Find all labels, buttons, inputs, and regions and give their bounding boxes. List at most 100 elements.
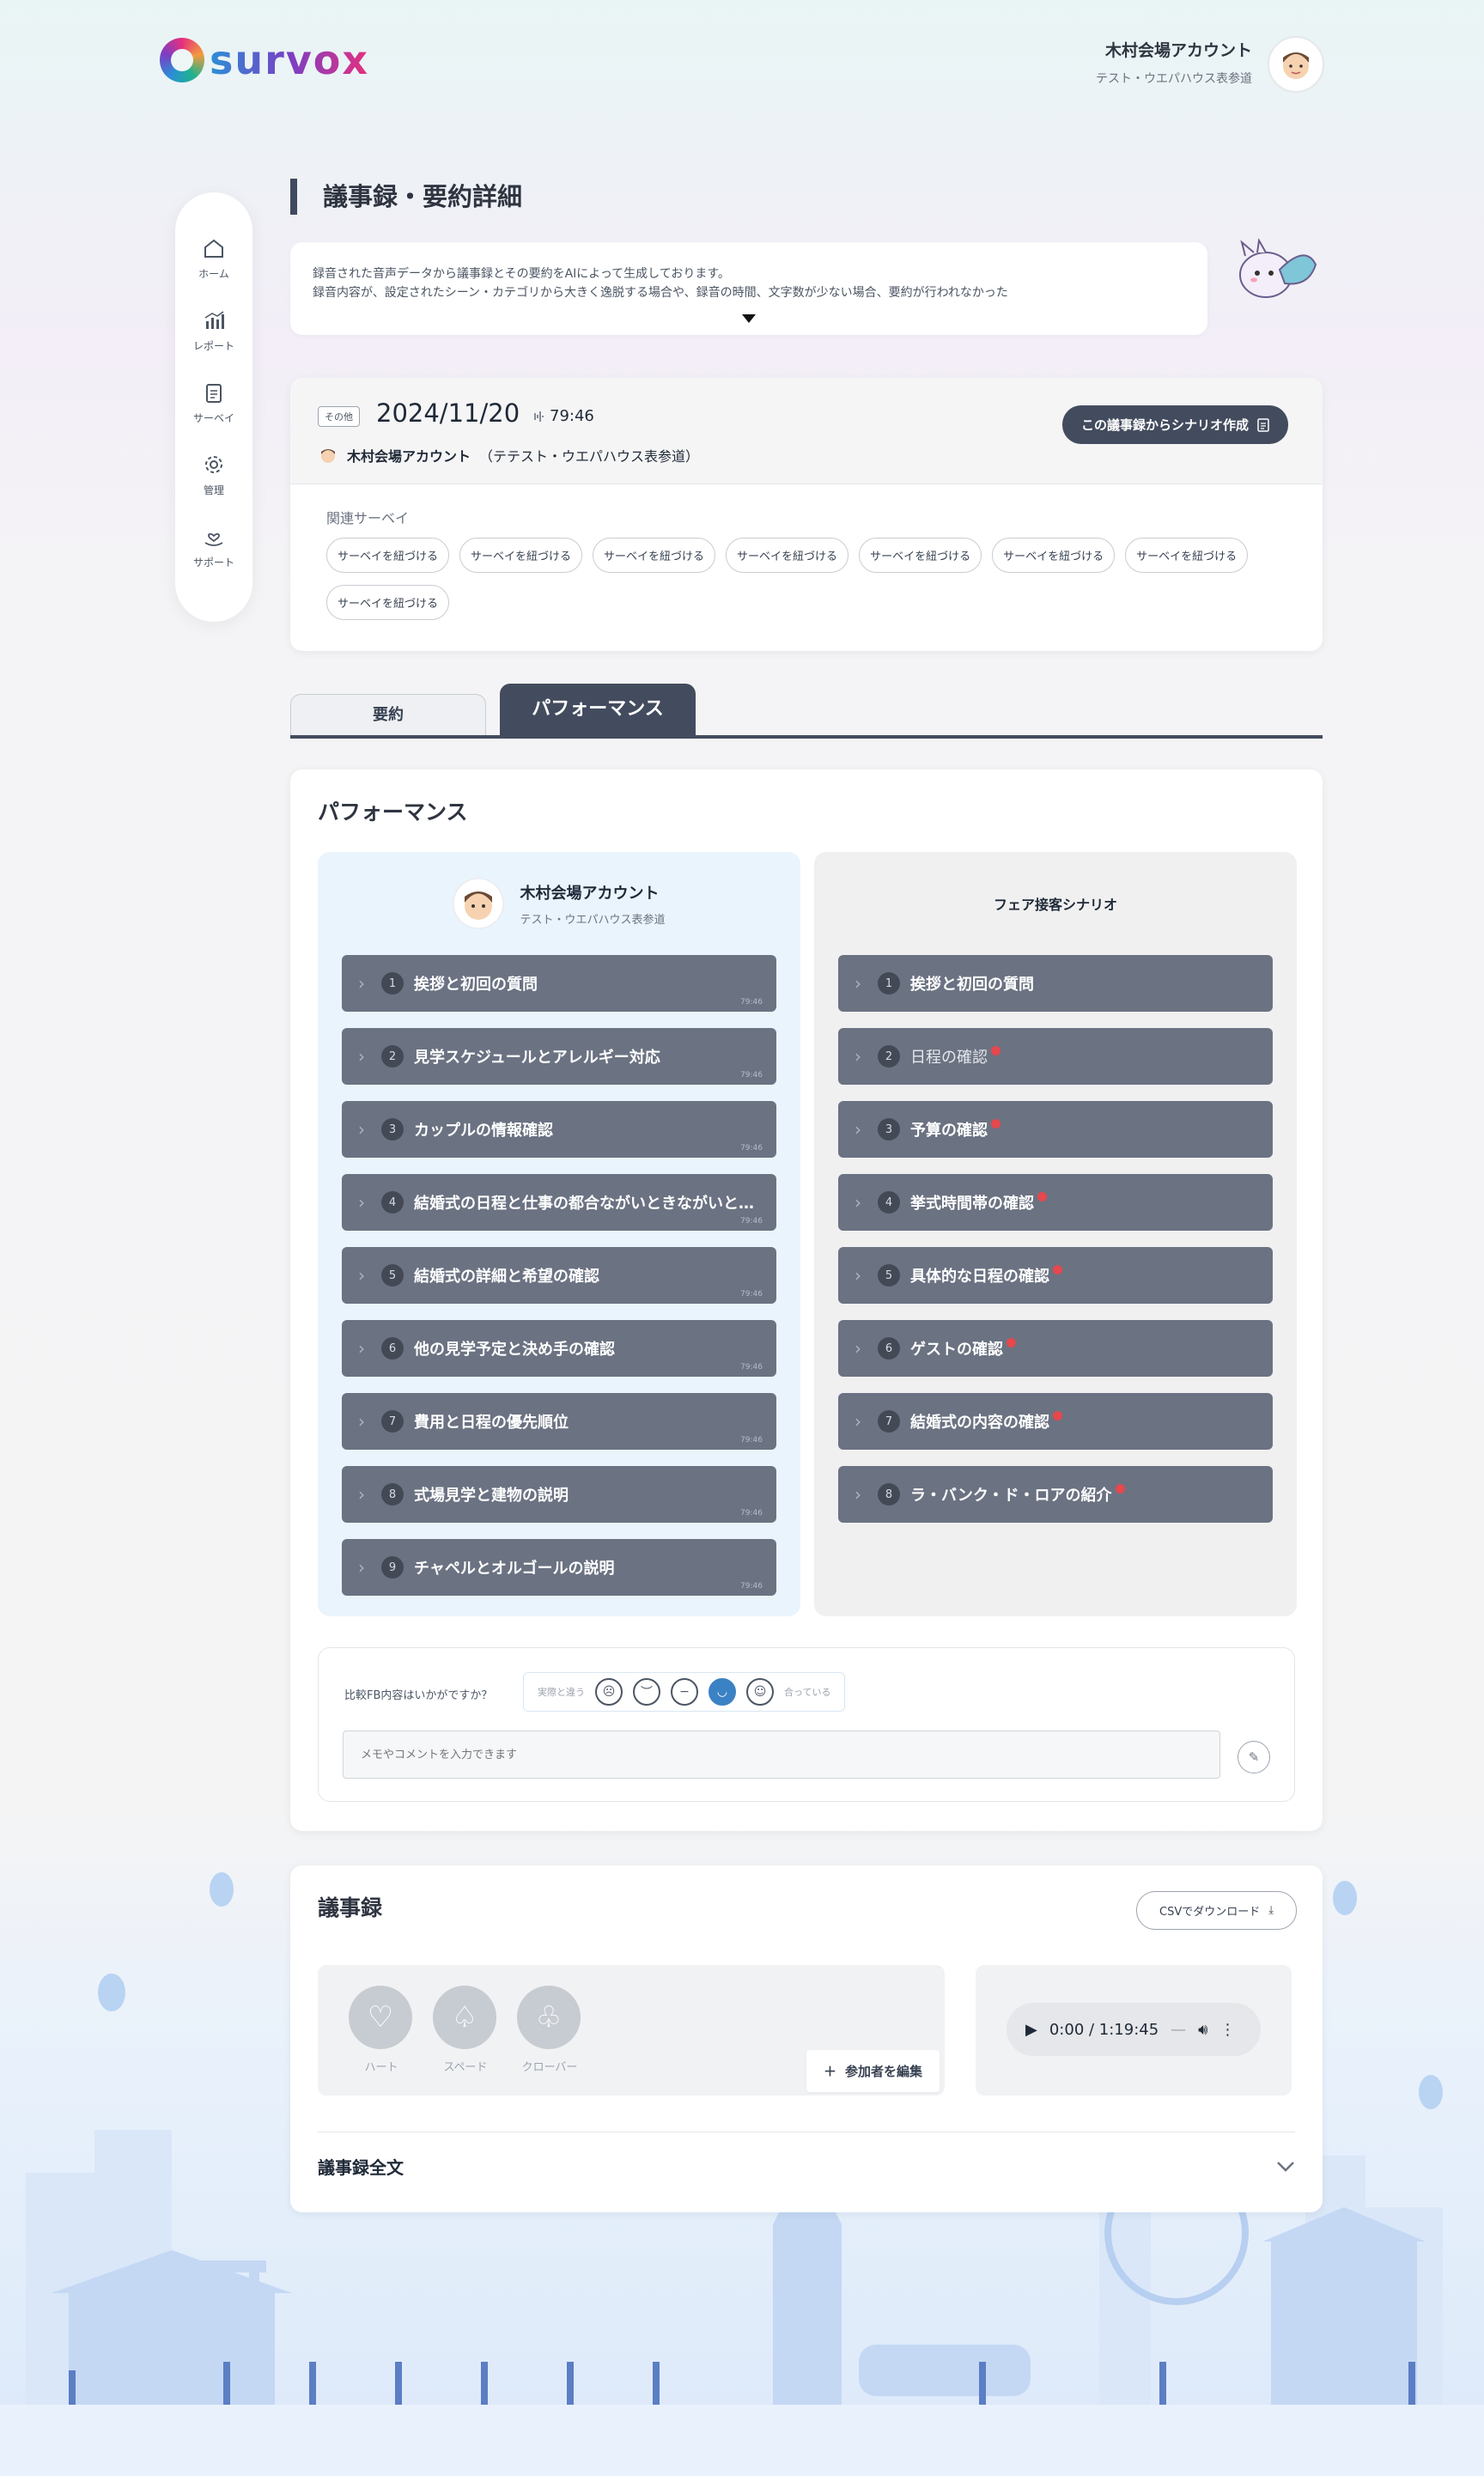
item-number: 9	[381, 1556, 404, 1579]
item-text: 日程の確認	[910, 1049, 988, 1067]
edit-participants-label: 参加者を編集	[844, 2064, 922, 2079]
create-scenario-button[interactable]: この議事録からシナリオ作成	[1061, 405, 1288, 444]
tab-summary[interactable]: 要約	[290, 694, 486, 735]
sidebar-item-survey[interactable]: サーベイ	[175, 380, 252, 452]
item-text: 結婚式の日程と仕事の都合ながいときながいときながいとき	[414, 1195, 754, 1213]
item-number: 4	[878, 1191, 900, 1214]
document-icon	[1257, 417, 1269, 432]
link-survey-button[interactable]: サーベイを紐づける	[992, 538, 1116, 573]
link-survey-button[interactable]: サーベイを紐づける	[326, 585, 450, 620]
item-number: 3	[878, 1118, 900, 1141]
flow-item[interactable]: › 3 カップルの情報確認 79:46	[342, 1101, 776, 1158]
create-scenario-label: この議事録からシナリオ作成	[1080, 417, 1249, 433]
record-duration: 79:46	[531, 407, 594, 425]
sidebar-item-support[interactable]: サポート	[175, 524, 252, 596]
item-text: 見学スケジュールとアレルギー対応	[414, 1049, 660, 1067]
scenario-item[interactable]: › 7 結婚式の内容の確認	[838, 1393, 1273, 1450]
performance-card: パフォーマンス 木村会場アカウント テスト・ウエパハウス表参道 › 1 挨拶と初回の…	[290, 770, 1323, 1831]
sidebar-item-home[interactable]: ホーム	[175, 235, 252, 307]
link-survey-button[interactable]: サーベイを紐づける	[726, 538, 849, 573]
expand-arrow-icon[interactable]	[742, 314, 756, 323]
flow-item[interactable]: › 8 式場見学と建物の説明 79:46	[342, 1466, 776, 1523]
chevron-right-icon: ›	[358, 1557, 365, 1578]
avatar-small-icon	[321, 449, 335, 463]
item-text: チャペルとオルゴールの説明	[414, 1560, 615, 1578]
user-info: 木村会場アカウント テスト・ウエパハウス表参道	[1096, 38, 1252, 87]
scenario-item[interactable]: › 1 挨拶と初回の質問	[838, 955, 1273, 1012]
survox-logo[interactable]: survox	[160, 38, 369, 82]
item-number: 7	[878, 1410, 900, 1433]
link-survey-button[interactable]: サーベイを紐づける	[459, 538, 583, 573]
face-happy-icon[interactable]: ◡	[709, 1678, 736, 1706]
description-box[interactable]: 録音された音声データから議事録とその要約をAIによって生成しております。 録音内…	[290, 242, 1207, 335]
missing-alert-dot	[991, 1045, 1000, 1055]
comment-input[interactable]	[343, 1731, 1220, 1779]
chevron-down-icon	[1277, 2161, 1294, 2172]
flow-item[interactable]: › 1 挨拶と初回の質問 79:46	[342, 955, 776, 1012]
item-time: 79:46	[740, 1363, 763, 1372]
item-number: 8	[878, 1483, 900, 1506]
face-neutral-icon[interactable]: −	[671, 1678, 698, 1706]
chevron-right-icon: ›	[855, 1119, 861, 1140]
scenario-item[interactable]: › 4 挙式時間帯の確認	[838, 1174, 1273, 1231]
sidebar-item-report[interactable]: レポート	[175, 307, 252, 380]
sidebar-item-label: ホーム	[198, 268, 229, 280]
flow-item[interactable]: › 4 結婚式の日程と仕事の都合ながいときながいときながいとき 79:46	[342, 1174, 776, 1231]
link-survey-button[interactable]: サーベイを紐づける	[593, 538, 716, 573]
description-line: 録音された音声データから議事録とその要約をAIによって生成しております。	[313, 267, 730, 281]
missing-alert-dot	[1053, 1264, 1062, 1275]
link-survey-button[interactable]: サーベイを紐づける	[1125, 538, 1249, 573]
record-info-card: その他 2024/11/20 79:46 この議事録からシナリオ作成 木村会場ア…	[290, 378, 1323, 651]
link-survey-button[interactable]: サーベイを紐づける	[326, 538, 450, 573]
mascot-bird-illustration	[1239, 237, 1317, 298]
flow-item[interactable]: › 9 チャペルとオルゴールの説明 79:46	[342, 1539, 776, 1596]
face-sad-icon[interactable]: ︶	[633, 1678, 660, 1706]
scenario-item[interactable]: › 3 予算の確認	[838, 1101, 1273, 1158]
record-account: 木村会場アカウント （テテスト・ウエパハウス表参道）	[318, 445, 699, 465]
participant-label: クローバー	[521, 2061, 578, 2074]
heart-hand-icon	[201, 524, 227, 550]
edit-participants-button[interactable]: ＋ 参加者を編集	[806, 2050, 940, 2092]
actual-flow-column: 木村会場アカウント テスト・ウエパハウス表参道 › 1 挨拶と初回の質問 79:46 …	[318, 852, 800, 1616]
user-avatar[interactable]	[1268, 36, 1324, 93]
page-title: 議事録・要約詳細	[290, 179, 522, 215]
item-number: 2	[878, 1045, 900, 1068]
plus-icon: ＋	[823, 2064, 836, 2079]
flow-item[interactable]: › 6 他の見学予定と決め手の確認 79:46	[342, 1320, 776, 1377]
scenario-item[interactable]: › 5 具体的な日程の確認	[838, 1247, 1273, 1304]
face-very-sad-icon[interactable]: ☹	[595, 1678, 623, 1706]
flow-item[interactable]: › 7 費用と日程の優先順位 79:46	[342, 1393, 776, 1450]
participant[interactable]: ♤ スペード	[433, 1986, 498, 2074]
progress-bar[interactable]: —	[1171, 2021, 1186, 2039]
chevron-right-icon: ›	[358, 1411, 365, 1432]
item-time: 79:46	[740, 1582, 763, 1591]
edit-comment-icon[interactable]: ✎	[1238, 1741, 1270, 1773]
download-icon: ⤓	[1268, 1904, 1274, 1917]
user-name: 木村会場アカウント	[1104, 41, 1252, 60]
csv-download-label: CSVでダウンロード	[1159, 1906, 1261, 1919]
full-text-accordion[interactable]: 議事録全文	[318, 2132, 1295, 2200]
scenario-item[interactable]: › 8 ラ・バンク・ド・ロアの紹介	[838, 1466, 1273, 1523]
more-options-icon[interactable]: ⋮	[1220, 2021, 1236, 2039]
flow-item[interactable]: › 2 見学スケジュールとアレルギー対応 79:46	[342, 1028, 776, 1085]
csv-download-button[interactable]: CSVでダウンロード ⤓	[1136, 1891, 1297, 1930]
scenario-item[interactable]: › 2 日程の確認	[838, 1028, 1273, 1085]
item-number: 6	[381, 1337, 404, 1360]
chevron-right-icon: ›	[855, 1484, 861, 1505]
feedback-rating-scale: 実際と違う ☹ ︶ − ◡ ☺ 合っている	[523, 1672, 846, 1712]
sidebar-item-admin[interactable]: 管理	[175, 452, 252, 524]
play-icon[interactable]: ▶	[1025, 2021, 1037, 2039]
sidebar-item-label: サポート	[192, 557, 234, 569]
participant[interactable]: ♧ クローバー	[517, 1986, 582, 2074]
flow-item[interactable]: › 5 結婚式の詳細と希望の確認 79:46	[342, 1247, 776, 1304]
volume-icon[interactable]: 🔊︎	[1198, 2021, 1207, 2039]
participant[interactable]: ♡ ハート	[349, 1986, 414, 2074]
clover-icon: ♧	[517, 1986, 581, 2049]
link-survey-button[interactable]: サーベイを紐づける	[859, 538, 982, 573]
sidebar-item-label: 管理	[203, 484, 224, 496]
scenario-item[interactable]: › 6 ゲストの確認	[838, 1320, 1273, 1377]
tab-performance[interactable]: パフォーマンス	[500, 684, 696, 735]
item-number: 3	[381, 1118, 404, 1141]
face-very-happy-icon[interactable]: ☺	[746, 1678, 774, 1706]
logo-mark	[160, 38, 204, 82]
